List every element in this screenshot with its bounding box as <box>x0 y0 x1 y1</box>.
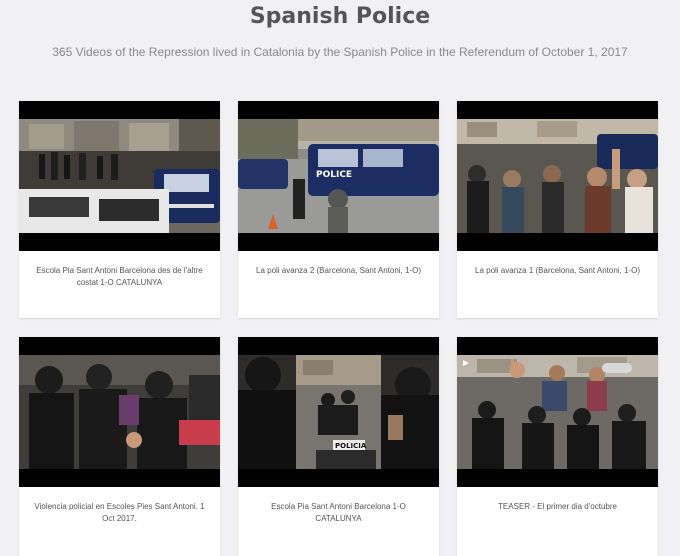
video-thumbnail[interactable] <box>19 101 220 251</box>
play-icon: ► <box>461 358 471 369</box>
van-text: POLICE <box>316 170 352 180</box>
riot-police-thumbnail-icon: POLICIA <box>238 355 439 469</box>
video-thumbnail[interactable] <box>19 337 220 487</box>
video-thumbnail[interactable]: POLICE <box>238 101 439 251</box>
video-caption[interactable]: Escola Pia Sant Antoni Barcelona 1-O CAT… <box>252 501 425 525</box>
crowd-thumbnail-icon <box>457 355 658 469</box>
crowd-thumbnail-icon <box>457 119 658 233</box>
badge-text: POLICIA <box>335 442 367 450</box>
video-caption[interactable]: TEASER - El primer dia d'octubre <box>471 501 644 513</box>
police-van-thumbnail-icon: POLICE <box>238 119 439 233</box>
video-thumbnail[interactable] <box>457 101 658 251</box>
page-subtitle: 365 Videos of the Repression lived in Ca… <box>52 45 628 59</box>
video-thumbnail[interactable]: POLICIA <box>238 337 439 487</box>
video-card[interactable]: Violencia policial en Escoles Pies Sant … <box>19 337 220 556</box>
video-card[interactable]: POLICE La poli avanza 2 (Barcelona, Sant… <box>238 101 439 318</box>
police-van-thumbnail-icon <box>19 119 220 233</box>
page: Spanish Police 365 Videos of the Repress… <box>0 0 680 556</box>
video-caption[interactable]: Escola Pia Sant Antoni Barcelona des de … <box>33 265 206 289</box>
page-title: Spanish Police <box>249 4 431 29</box>
video-caption[interactable]: Violencia policial en Escoles Pies Sant … <box>33 501 206 525</box>
video-card[interactable]: ► TEASER - El primer dia d'octubre <box>457 337 658 556</box>
riot-police-thumbnail-icon <box>19 355 220 469</box>
video-card[interactable]: La poli avanza 1 (Barcelona, Sant Antoni… <box>457 101 658 318</box>
video-thumbnail[interactable]: ► <box>457 337 658 487</box>
video-card[interactable]: Escola Pia Sant Antoni Barcelona des de … <box>19 101 220 318</box>
video-card[interactable]: POLICIA Escola Pia Sant Antoni Barcelona… <box>238 337 439 556</box>
video-grid: Escola Pia Sant Antoni Barcelona des de … <box>19 101 661 556</box>
video-caption[interactable]: La poli avanza 1 (Barcelona, Sant Antoni… <box>471 265 644 277</box>
video-caption[interactable]: La poli avanza 2 (Barcelona, Sant Antoni… <box>252 265 425 277</box>
